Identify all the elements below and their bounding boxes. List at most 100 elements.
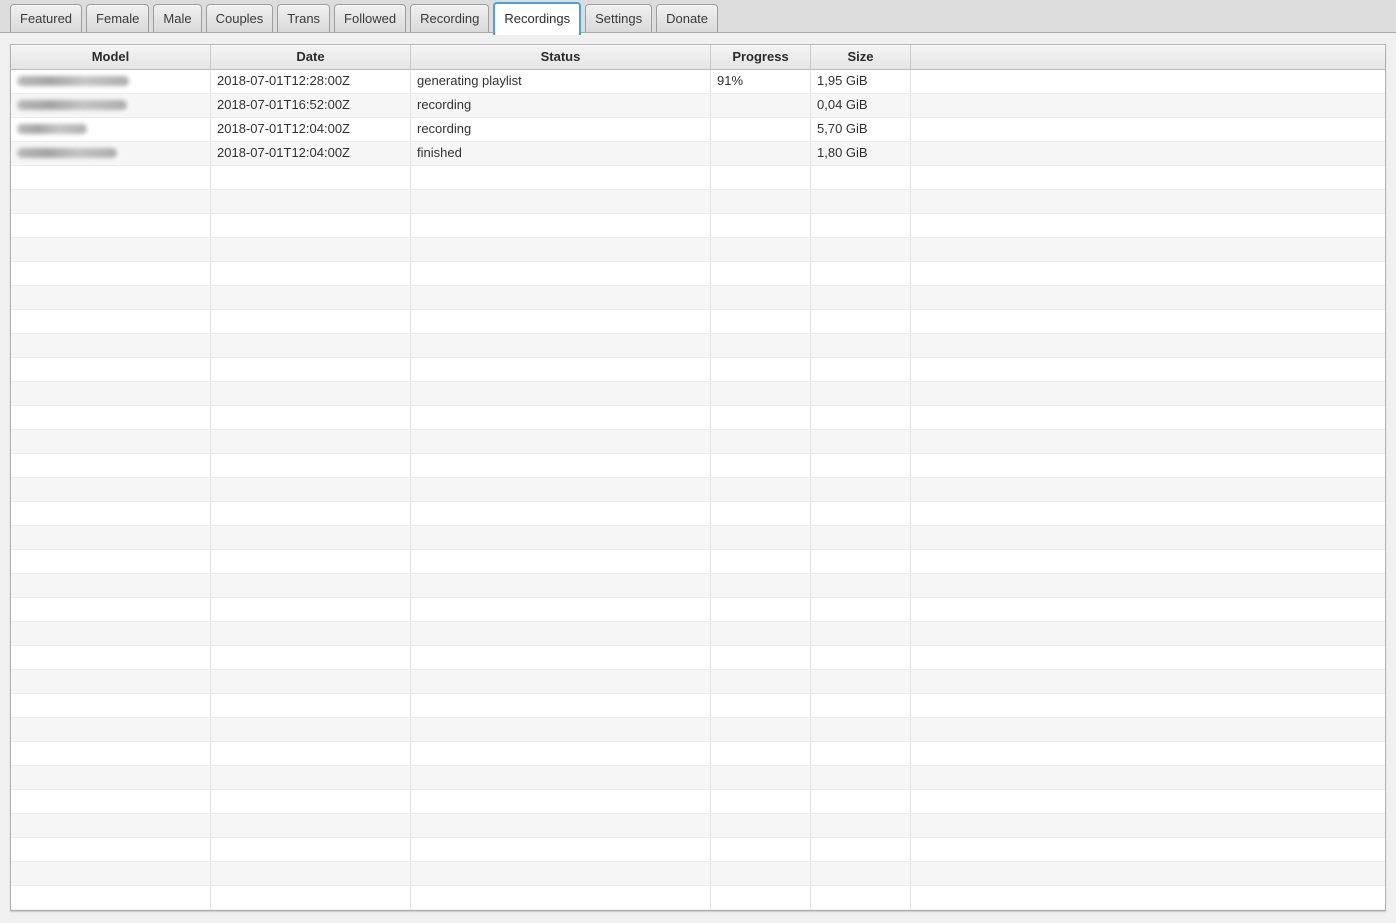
date-cell — [211, 742, 411, 765]
date-cell — [211, 454, 411, 477]
size-cell — [811, 190, 911, 213]
status-cell — [411, 310, 711, 333]
filler-cell — [911, 334, 1385, 357]
progress-cell — [711, 718, 811, 741]
filler-cell — [911, 670, 1385, 693]
status-cell — [411, 814, 711, 837]
size-cell — [811, 454, 911, 477]
table-row-empty — [11, 382, 1385, 406]
date-cell — [211, 310, 411, 333]
filler-cell — [911, 598, 1385, 621]
status-cell — [411, 574, 711, 597]
model-cell — [11, 742, 211, 765]
table-row-empty — [11, 886, 1385, 910]
tab-featured[interactable]: Featured — [10, 4, 82, 32]
model-cell — [11, 790, 211, 813]
table-row[interactable]: 2018-07-01T12:28:00Zgenerating playlist9… — [11, 70, 1385, 94]
status-cell — [411, 502, 711, 525]
model-cell — [11, 142, 211, 165]
table-row-empty — [11, 406, 1385, 430]
column-header-status[interactable]: Status — [411, 45, 711, 70]
date-cell — [211, 646, 411, 669]
progress-cell — [711, 694, 811, 717]
size-cell — [811, 814, 911, 837]
model-cell — [11, 286, 211, 309]
model-cell — [11, 406, 211, 429]
column-header-model[interactable]: Model — [11, 45, 211, 70]
size-cell — [811, 766, 911, 789]
filler-cell — [911, 478, 1385, 501]
progress-cell — [711, 478, 811, 501]
tab-recordings[interactable]: Recordings — [493, 2, 581, 35]
progress-cell — [711, 94, 811, 117]
date-cell — [211, 262, 411, 285]
size-cell — [811, 310, 911, 333]
table-row-empty — [11, 310, 1385, 334]
status-cell — [411, 238, 711, 261]
tab-female[interactable]: Female — [86, 4, 149, 32]
column-header-progress[interactable]: Progress — [711, 45, 811, 70]
model-cell — [11, 454, 211, 477]
size-cell — [811, 502, 911, 525]
model-cell — [11, 574, 211, 597]
column-header-date[interactable]: Date — [211, 45, 411, 70]
date-cell — [211, 598, 411, 621]
progress-cell — [711, 814, 811, 837]
date-cell — [211, 478, 411, 501]
progress-cell — [711, 142, 811, 165]
progress-cell — [711, 574, 811, 597]
date-cell — [211, 622, 411, 645]
status-cell — [411, 694, 711, 717]
size-cell: 0,04 GiB — [811, 94, 911, 117]
size-cell — [811, 598, 911, 621]
tab-settings[interactable]: Settings — [585, 4, 652, 32]
column-header-size[interactable]: Size — [811, 45, 911, 70]
progress-cell — [711, 646, 811, 669]
tab-recording[interactable]: Recording — [410, 4, 489, 32]
filler-cell — [911, 574, 1385, 597]
size-cell — [811, 166, 911, 189]
model-cell — [11, 310, 211, 333]
table-row-empty — [11, 502, 1385, 526]
tab-followed[interactable]: Followed — [334, 4, 406, 32]
model-cell — [11, 118, 211, 141]
model-cell — [11, 694, 211, 717]
table-row[interactable]: 2018-07-01T12:04:00Zfinished1,80 GiB — [11, 142, 1385, 166]
tab-male[interactable]: Male — [153, 4, 201, 32]
size-cell — [811, 238, 911, 261]
status-cell — [411, 766, 711, 789]
table-row-empty — [11, 838, 1385, 862]
size-cell — [811, 526, 911, 549]
date-cell — [211, 382, 411, 405]
status-cell — [411, 430, 711, 453]
progress-cell — [711, 790, 811, 813]
table-row-empty — [11, 742, 1385, 766]
size-cell — [811, 694, 911, 717]
progress-cell — [711, 550, 811, 573]
tab-couples[interactable]: Couples — [206, 4, 274, 32]
date-cell — [211, 718, 411, 741]
tab-donate[interactable]: Donate — [656, 4, 718, 32]
table-row[interactable]: 2018-07-01T16:52:00Zrecording0,04 GiB — [11, 94, 1385, 118]
filler-cell — [911, 718, 1385, 741]
model-name-redacted — [17, 100, 127, 110]
filler-cell — [911, 646, 1385, 669]
filler-cell — [911, 838, 1385, 861]
status-cell: recording — [411, 118, 711, 141]
size-cell — [811, 886, 911, 909]
filler-cell — [911, 382, 1385, 405]
date-cell — [211, 406, 411, 429]
date-cell — [211, 358, 411, 381]
filler-cell — [911, 814, 1385, 837]
progress-cell — [711, 406, 811, 429]
date-cell — [211, 670, 411, 693]
date-cell: 2018-07-01T12:28:00Z — [211, 70, 411, 93]
status-cell — [411, 670, 711, 693]
progress-cell — [711, 598, 811, 621]
size-cell — [811, 286, 911, 309]
progress-cell — [711, 118, 811, 141]
tab-trans[interactable]: Trans — [277, 4, 330, 32]
table-row[interactable]: 2018-07-01T12:04:00Zrecording5,70 GiB — [11, 118, 1385, 142]
model-name-redacted — [17, 76, 129, 86]
model-name-redacted — [17, 124, 87, 134]
